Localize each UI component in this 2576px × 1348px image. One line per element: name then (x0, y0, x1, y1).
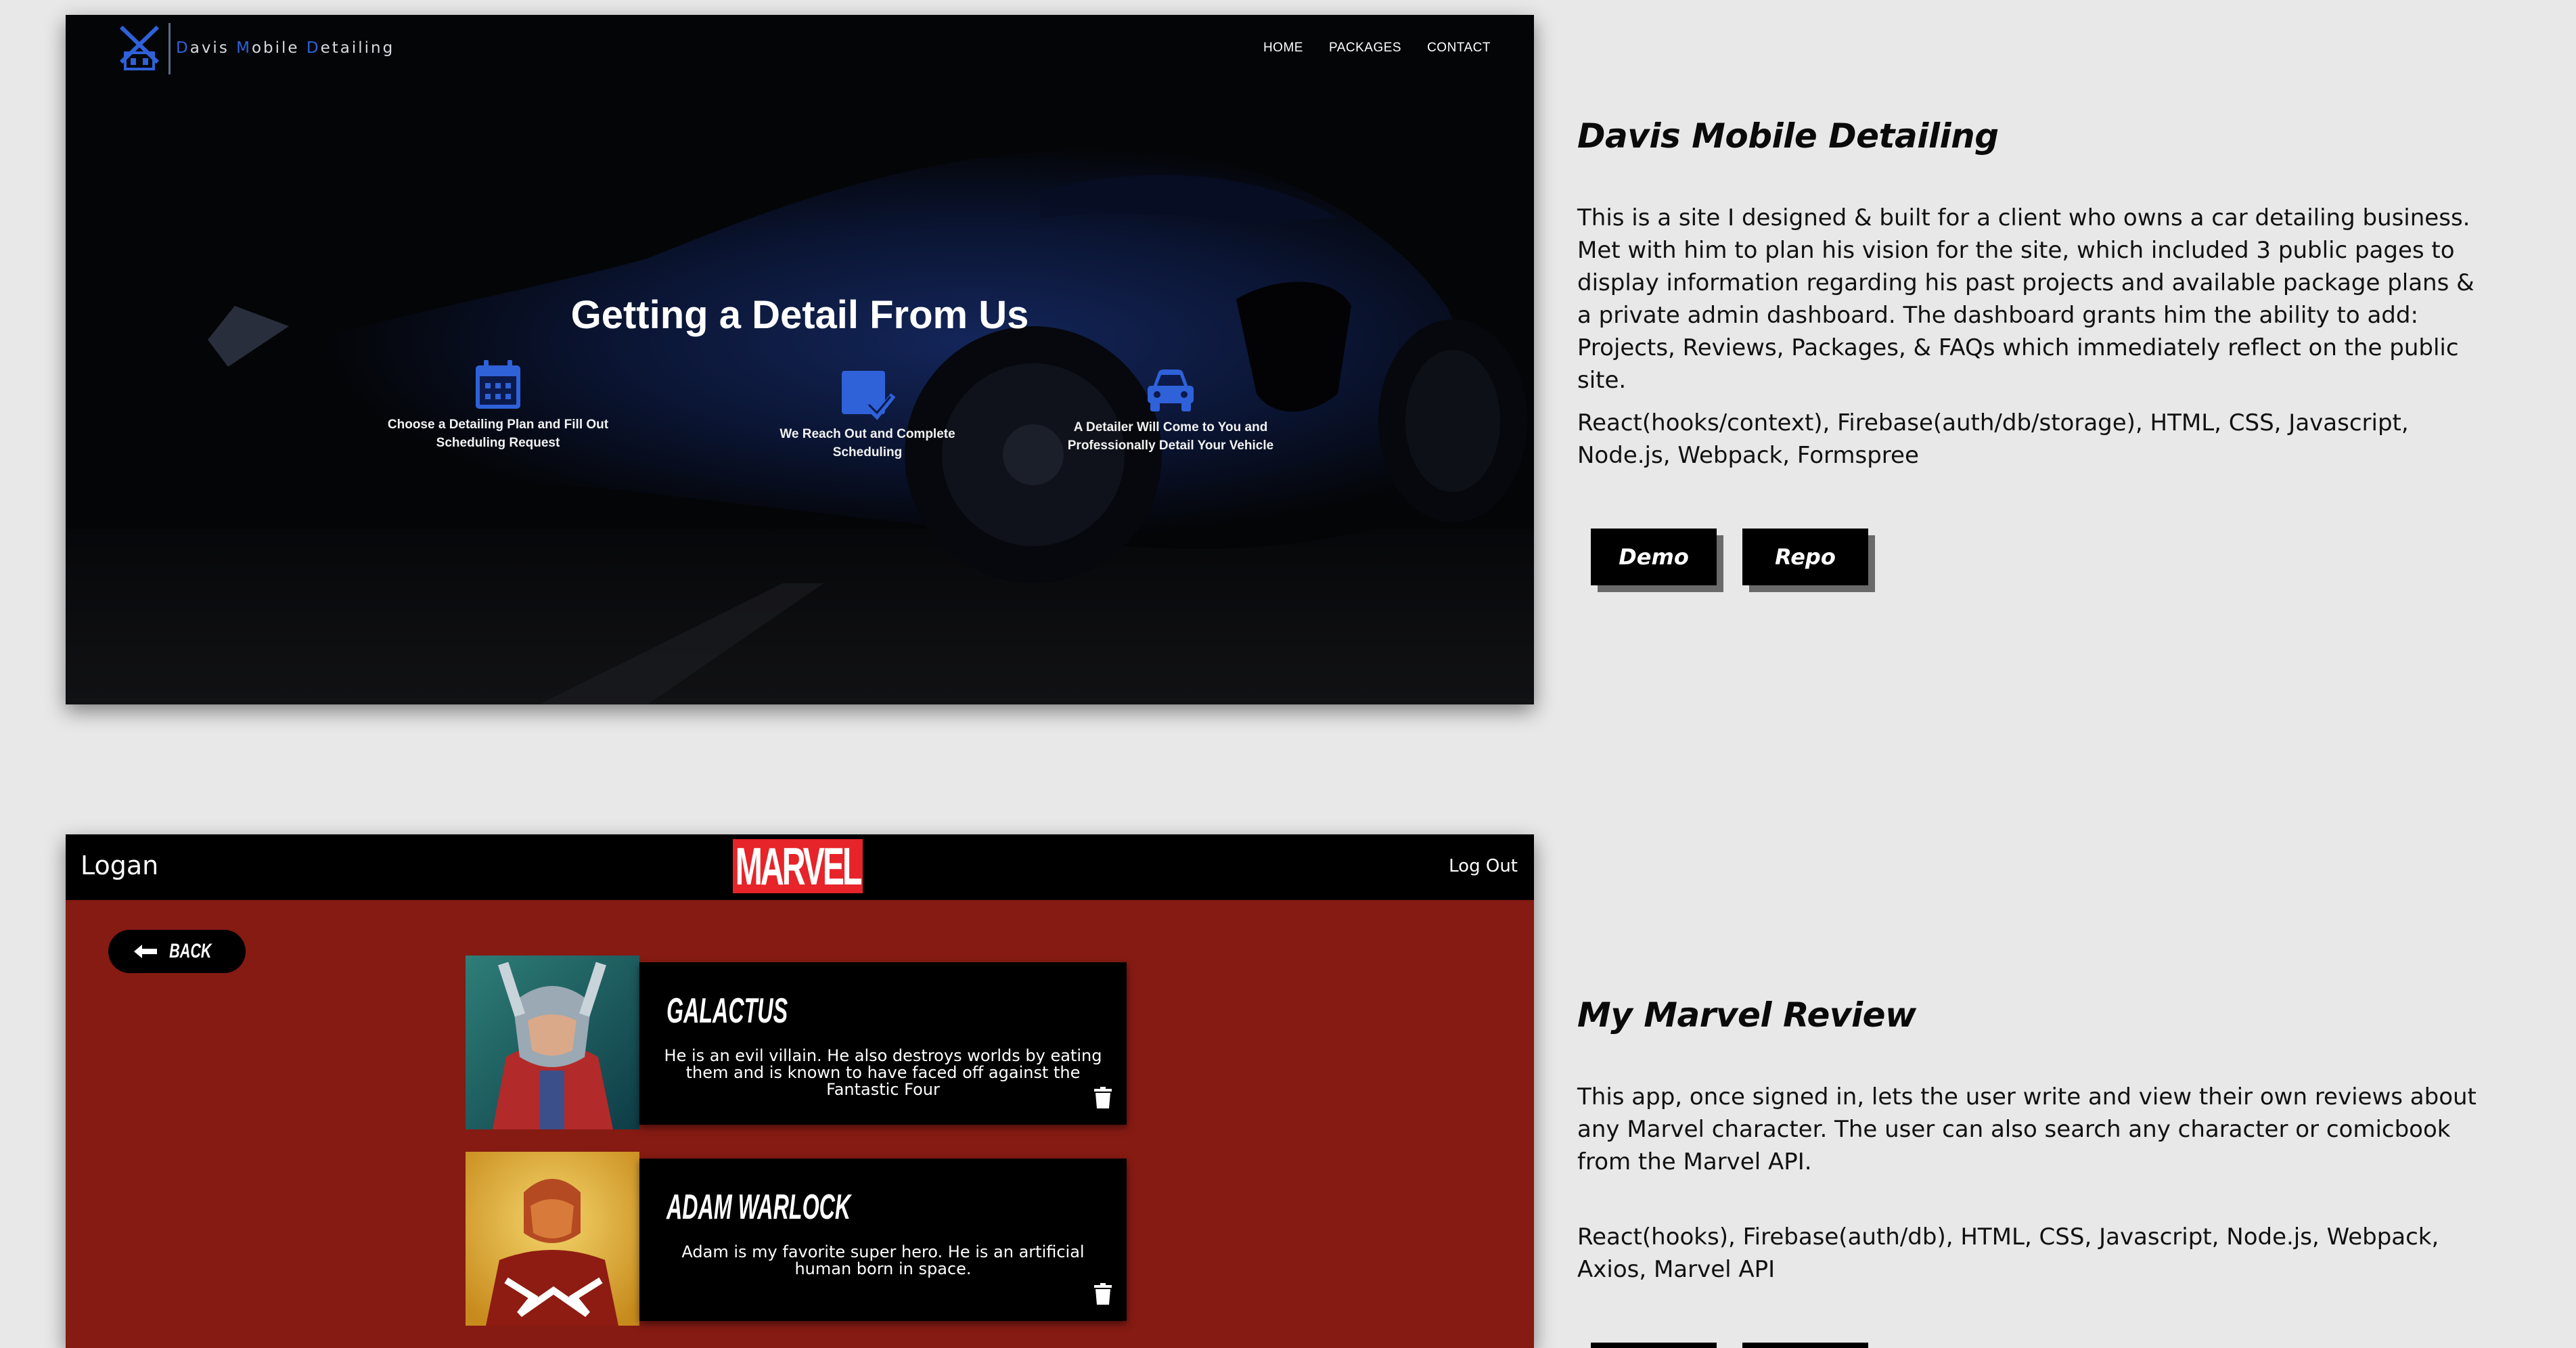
nav-links: HOME PACKAGES CONTACT (1263, 41, 1491, 55)
project-tech-davis: React(hooks/context), Firebase(auth/db/s… (1577, 409, 2409, 469)
logo-divider (168, 23, 171, 74)
trash-icon[interactable] (1094, 1087, 1112, 1108)
demo-button[interactable]: Demo (1591, 529, 1717, 585)
project-tech-marvel: React(hooks), Firebase(auth/db), HTML, C… (1577, 1223, 2439, 1283)
nav-link-contact[interactable]: CONTACT (1427, 41, 1491, 55)
character-thumbnail-galactus (466, 956, 639, 1129)
brand-letter-d2: D (306, 39, 321, 57)
project-title-my-marvel-review: My Marvel Review (1577, 995, 1916, 1035)
back-button-label: BACK (169, 940, 212, 962)
character-name: ADAM WARLOCK (666, 1188, 851, 1227)
marvel-logo-text: MARVEL (735, 836, 863, 896)
brand-text-etailing: etailing (320, 39, 395, 57)
step-3: A Detailer Will Come to You and Professi… (1049, 368, 1292, 455)
crossed-brushes-logo-icon (119, 25, 160, 70)
nav-link-packages[interactable]: PACKAGES (1329, 41, 1401, 55)
step-2: We Reach Out and Complete Scheduling (746, 367, 989, 462)
project-description-marvel: This app, once signed in, lets the user … (1577, 1083, 2477, 1175)
checked-box-icon (842, 371, 896, 420)
site-navbar: Davis Mobile Detailing HOME PACKAGES CON… (66, 15, 1534, 83)
brand-letter-m: M (236, 39, 252, 57)
hero-car-image (66, 15, 1534, 704)
username: Logan (81, 851, 159, 880)
project-screenshot-davis-mobile-detailing: Davis Mobile Detailing HOME PACKAGES CON… (66, 15, 1534, 704)
brand-text-obile: obile (251, 39, 307, 57)
review-text: Adam is my favorite super hero. He is an… (681, 1242, 1085, 1278)
character-name: GALACTUS (666, 991, 788, 1031)
step-1: Choose a Detailing Plan and Fill Out Sch… (376, 359, 620, 452)
repo-button-partial[interactable] (1742, 1343, 1868, 1348)
character-thumbnail-adam-warlock (466, 1152, 639, 1326)
car-icon (1148, 369, 1194, 411)
review-card-body: GALACTUS He is an evil villain. He also … (639, 962, 1127, 1125)
step-2-text: We Reach Out and Complete Scheduling (779, 427, 955, 459)
calendar-icon (476, 360, 520, 409)
demo-button-partial[interactable] (1591, 1343, 1717, 1348)
brand-text-avis: avis (189, 39, 237, 57)
site-brand-name[interactable]: Davis Mobile Detailing (176, 39, 394, 57)
logout-link[interactable]: Log Out (1449, 856, 1518, 876)
brand-letter-d: D (176, 39, 190, 57)
project-title-davis-mobile-detailing: Davis Mobile Detailing (1577, 116, 1999, 156)
marvel-logo[interactable]: MARVEL (733, 836, 863, 896)
review-text: He is an evil villain. He also destroys … (664, 1046, 1102, 1099)
project-description-davis: This is a site I designed & built for a … (1577, 204, 2475, 394)
review-card: ADAM WARLOCK Adam is my favorite super h… (466, 1152, 1127, 1326)
review-card: GALACTUS He is an evil villain. He also … (466, 956, 1127, 1129)
review-card-body: ADAM WARLOCK Adam is my favorite super h… (639, 1159, 1127, 1321)
back-button[interactable]: BACK (108, 930, 246, 973)
arrow-left-icon (134, 945, 158, 958)
hero-title: Getting a Detail From Us (570, 293, 1029, 337)
marvel-navbar: Logan MARVEL Log Out (66, 834, 1534, 900)
trash-icon[interactable] (1094, 1283, 1112, 1305)
project-screenshot-my-marvel-review: Logan MARVEL Log Out BACK GALACTUS He is… (66, 834, 1534, 1348)
step-1-text: Choose a Detailing Plan and Fill Out Sch… (387, 418, 609, 450)
nav-link-home[interactable]: HOME (1263, 41, 1303, 55)
repo-button[interactable]: Repo (1742, 529, 1868, 585)
step-3-text: A Detailer Will Come to You and Professi… (1067, 420, 1274, 453)
